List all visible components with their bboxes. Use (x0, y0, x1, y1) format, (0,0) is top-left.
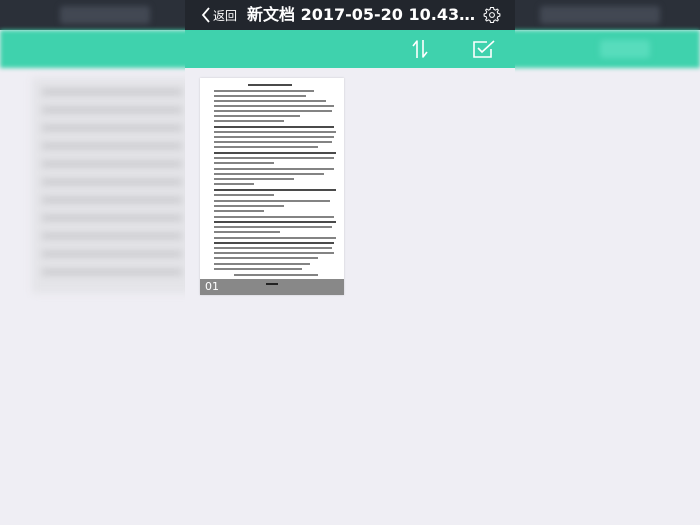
gear-icon[interactable] (483, 6, 501, 24)
thumbnail-footer: 01 (200, 279, 344, 295)
background-blurred-title (60, 6, 150, 24)
document-panel: 返回 新文档 2017-05-20 10.43.... 01 (185, 0, 515, 525)
chevron-left-icon (201, 7, 211, 23)
document-title: 新文档 2017-05-20 10.43.... (247, 5, 477, 24)
navigation-bar: 返回 新文档 2017-05-20 10.43.... (185, 0, 515, 30)
page-thumbnail[interactable]: 01 (200, 78, 344, 295)
background-blurred-button (600, 40, 650, 58)
back-button[interactable]: 返回 (201, 6, 237, 24)
action-toolbar (185, 30, 515, 68)
sort-arrows-icon[interactable] (409, 38, 431, 60)
background-blurred-page (32, 78, 192, 293)
back-label: 返回 (213, 8, 238, 23)
scanned-document-image (208, 82, 336, 278)
page-index: 01 (205, 280, 219, 293)
checkbox-check-icon[interactable] (472, 39, 496, 59)
scanned-page-number (266, 283, 278, 285)
background-blurred-actions (540, 6, 660, 24)
